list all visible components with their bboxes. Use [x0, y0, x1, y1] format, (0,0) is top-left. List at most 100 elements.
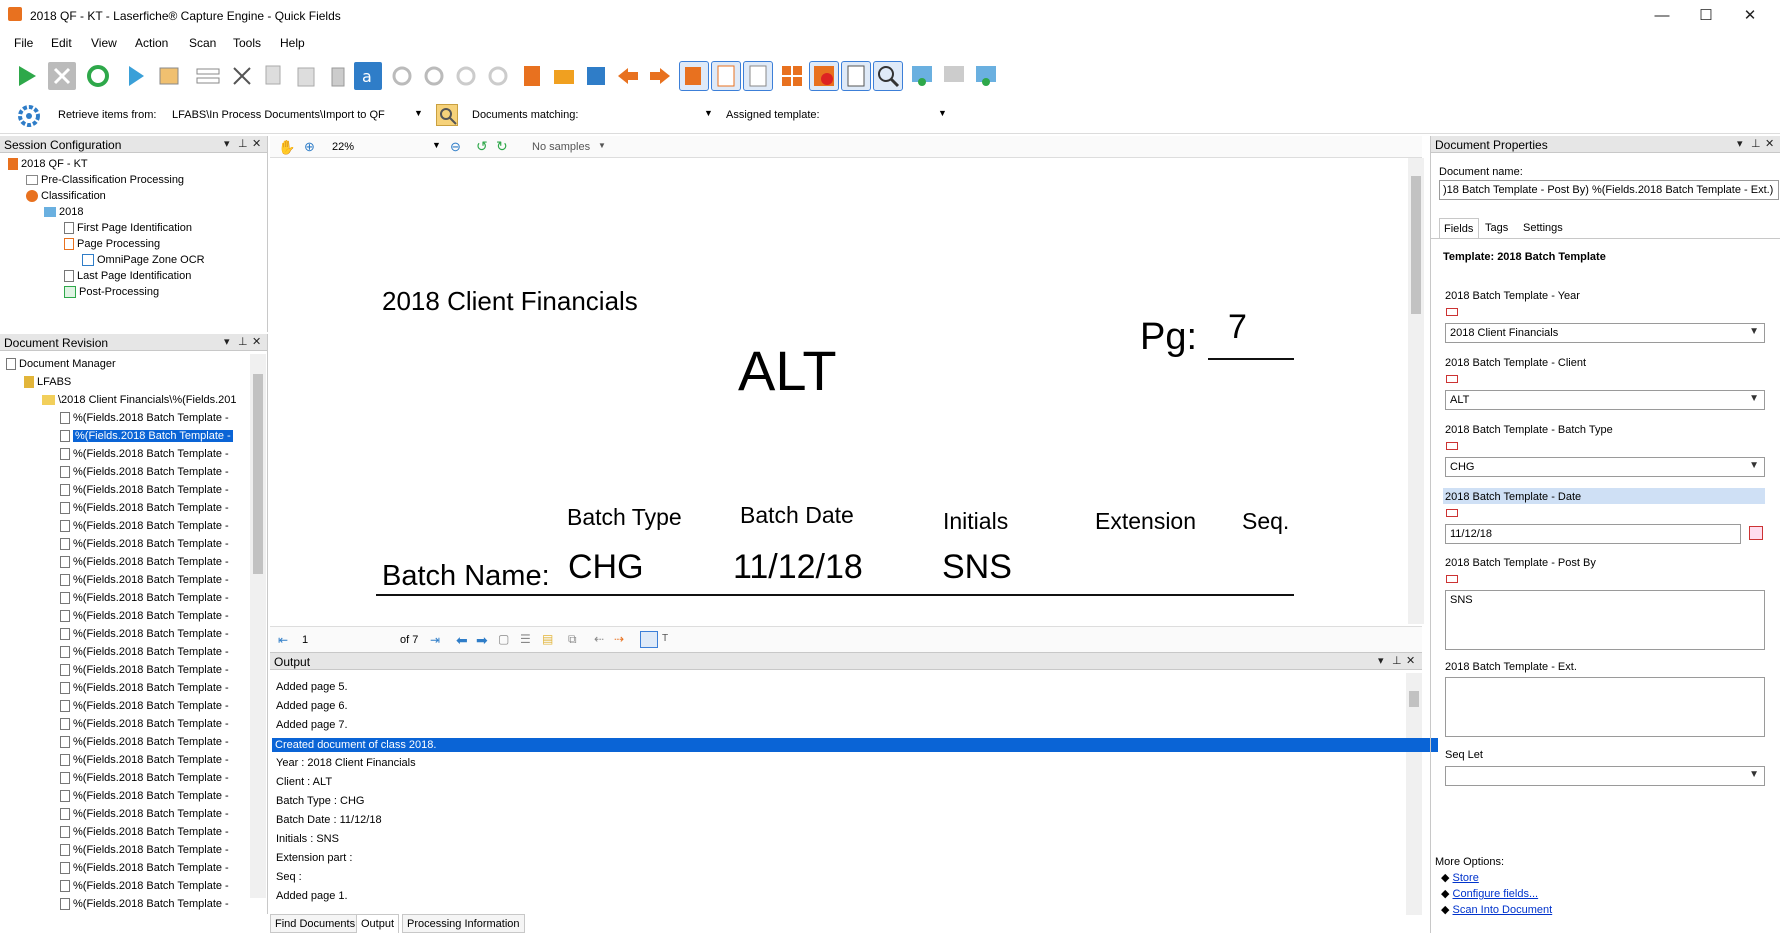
viewer-scrollbar[interactable]	[1408, 158, 1424, 624]
close-icon[interactable]: ✕	[1406, 654, 1415, 667]
menu-tools[interactable]: Tools	[233, 36, 261, 50]
list-item[interactable]: %(Fields.2018 Batch Template -	[60, 790, 229, 803]
chevron-down-icon[interactable]: ▾	[224, 137, 230, 150]
next-page-icon[interactable]: ➡	[476, 632, 488, 649]
close-icon[interactable]: ✕	[1765, 137, 1774, 150]
output-line[interactable]: Added page 1.	[276, 890, 348, 902]
rotate-right-icon[interactable]	[420, 62, 448, 90]
image-reject-icon[interactable]	[940, 62, 968, 90]
list-item[interactable]: %(Fields.2018 Batch Template -	[60, 484, 229, 497]
list-item[interactable]: %(Fields.2018 Batch Template -	[60, 862, 229, 875]
save-icon[interactable]	[582, 62, 610, 90]
chevron-down-icon[interactable]: ▾	[1737, 137, 1743, 150]
option-store[interactable]: ◆ Store	[1441, 871, 1479, 884]
list-item[interactable]: %(Fields.2018 Batch Template -	[60, 664, 229, 677]
calendar-icon[interactable]	[1749, 526, 1763, 540]
refresh-icon[interactable]	[84, 62, 112, 90]
menu-file[interactable]: File	[14, 36, 33, 50]
gear-icon[interactable]	[16, 103, 42, 129]
menu-view[interactable]: View	[91, 36, 117, 50]
menu-help[interactable]: Help	[280, 36, 305, 50]
tree-item-2018[interactable]: 2018	[44, 206, 83, 218]
field-year-select[interactable]: 2018 Client Financials ▼	[1445, 323, 1765, 343]
minimize-button[interactable]: —	[1642, 6, 1682, 26]
list-item[interactable]: %(Fields.2018 Batch Template -	[60, 682, 229, 695]
output-line[interactable]: Batch Type : CHG	[276, 795, 364, 807]
list-item[interactable]: %(Fields.2018 Batch Template -	[60, 898, 229, 911]
redo-icon[interactable]: ↻	[496, 138, 508, 155]
tree-item-omnipage[interactable]: OmniPage Zone OCR	[82, 254, 205, 267]
tree-item-session[interactable]: 2018 QF - KT	[8, 158, 88, 171]
list-item[interactable]: %(Fields.2018 Batch Template -	[60, 448, 229, 461]
tab-tags[interactable]: Tags	[1485, 222, 1508, 234]
image-export-icon[interactable]	[972, 62, 1000, 90]
tab-settings[interactable]: Settings	[1523, 222, 1563, 234]
scrollbar-thumb[interactable]	[1409, 691, 1419, 707]
list-item[interactable]: %(Fields.2018 Batch Template -	[60, 808, 229, 821]
tab-output[interactable]: Output	[356, 914, 400, 933]
close-icon[interactable]: ✕	[252, 335, 261, 348]
assigned-template-select[interactable]	[828, 109, 938, 123]
tab-find-documents[interactable]: Find Documents	[270, 914, 361, 933]
field-post-by-textarea[interactable]: SNS	[1445, 590, 1765, 650]
flip-icon[interactable]	[452, 62, 480, 90]
option-configure-fields[interactable]: ◆ Configure fields...	[1441, 887, 1538, 900]
pin-icon[interactable]: ⊥	[1751, 137, 1761, 150]
docs-matching-select[interactable]	[596, 109, 712, 123]
output-line[interactable]: Client : ALT	[276, 776, 332, 788]
folder-icon[interactable]	[550, 62, 578, 90]
tree-item-classification[interactable]: Classification	[26, 190, 106, 203]
list-item[interactable]: %(Fields.2018 Batch Template -	[60, 646, 229, 659]
prev-page-icon[interactable]: ⬅	[456, 632, 468, 649]
search-icon[interactable]	[436, 104, 458, 126]
list-item[interactable]: %(Fields.2018 Batch Template -	[60, 700, 229, 713]
run-step-icon[interactable]	[120, 62, 148, 90]
paste-icon[interactable]	[292, 62, 320, 90]
tree-item-page-processing[interactable]: Page Processing	[64, 238, 160, 251]
delete-icon[interactable]	[324, 62, 352, 90]
batch-icon[interactable]	[156, 62, 184, 90]
cancel-view-icon[interactable]	[809, 61, 839, 91]
split-icon[interactable]	[194, 62, 222, 90]
cut-icon[interactable]	[228, 62, 256, 90]
tree-item-preclassification[interactable]: Pre-Classification Processing	[26, 174, 184, 186]
tree-item-doc-manager[interactable]: Document Manager	[6, 358, 116, 371]
list-item[interactable]: %(Fields.2018 Batch Template -	[60, 844, 229, 857]
move-right-icon[interactable]: ⇢	[614, 632, 624, 646]
pin-icon[interactable]: ⊥	[1392, 654, 1402, 667]
scrollbar-thumb[interactable]	[1411, 176, 1421, 314]
rotate-left-icon[interactable]	[388, 62, 416, 90]
list-item[interactable]: %(Fields.2018 Batch Template -	[60, 574, 229, 587]
chevron-down-icon[interactable]: ▼	[938, 108, 947, 118]
list-item[interactable]: %(Fields.2018 Batch Template -	[60, 880, 229, 893]
image-approve-icon[interactable]	[908, 62, 936, 90]
list-item[interactable]: %(Fields.2018 Batch Template -	[60, 772, 229, 785]
first-page-icon[interactable]: ⇤	[278, 633, 288, 647]
chevron-down-icon[interactable]: ▼	[704, 108, 713, 118]
chevron-down-icon[interactable]: ▾	[224, 335, 230, 348]
list-item[interactable]: %(Fields.2018 Batch Template -	[60, 466, 229, 479]
pin-icon[interactable]: ⊥	[238, 137, 248, 150]
list-item[interactable]: %(Fields.2018 Batch Template -	[60, 412, 229, 425]
list-item[interactable]: %(Fields.2018 Batch Template -	[60, 610, 229, 623]
output-line[interactable]: Extension part :	[276, 852, 352, 864]
page-number-input[interactable]: 1	[302, 634, 392, 646]
list-item[interactable]: %(Fields.2018 Batch Template -	[60, 502, 229, 515]
output-scrollbar[interactable]	[1406, 673, 1422, 915]
close-icon[interactable]: ✕	[252, 137, 261, 150]
view-page-icon[interactable]	[711, 61, 741, 91]
list-item[interactable]: %(Fields.2018 Batch Template -	[60, 718, 229, 731]
folder-icon[interactable]: ▤	[542, 632, 553, 646]
run-icon[interactable]	[12, 62, 40, 90]
menu-action[interactable]: Action	[135, 36, 168, 50]
menu-edit[interactable]: Edit	[51, 36, 72, 50]
list-item[interactable]: %(Fields.2018 Batch Template -	[60, 736, 229, 749]
tree-item-first-page[interactable]: First Page Identification	[64, 222, 192, 235]
tab-processing-information[interactable]: Processing Information	[402, 914, 525, 933]
hand-icon[interactable]: ✋	[278, 139, 295, 156]
list-item[interactable]: %(Fields.2018 Batch Template -	[60, 628, 229, 641]
last-page-icon[interactable]: ⇥	[430, 633, 440, 647]
zoom-out-icon[interactable]: ⊖	[450, 139, 461, 155]
rename-icon[interactable]: a	[354, 62, 382, 90]
menu-scan[interactable]: Scan	[189, 36, 216, 50]
